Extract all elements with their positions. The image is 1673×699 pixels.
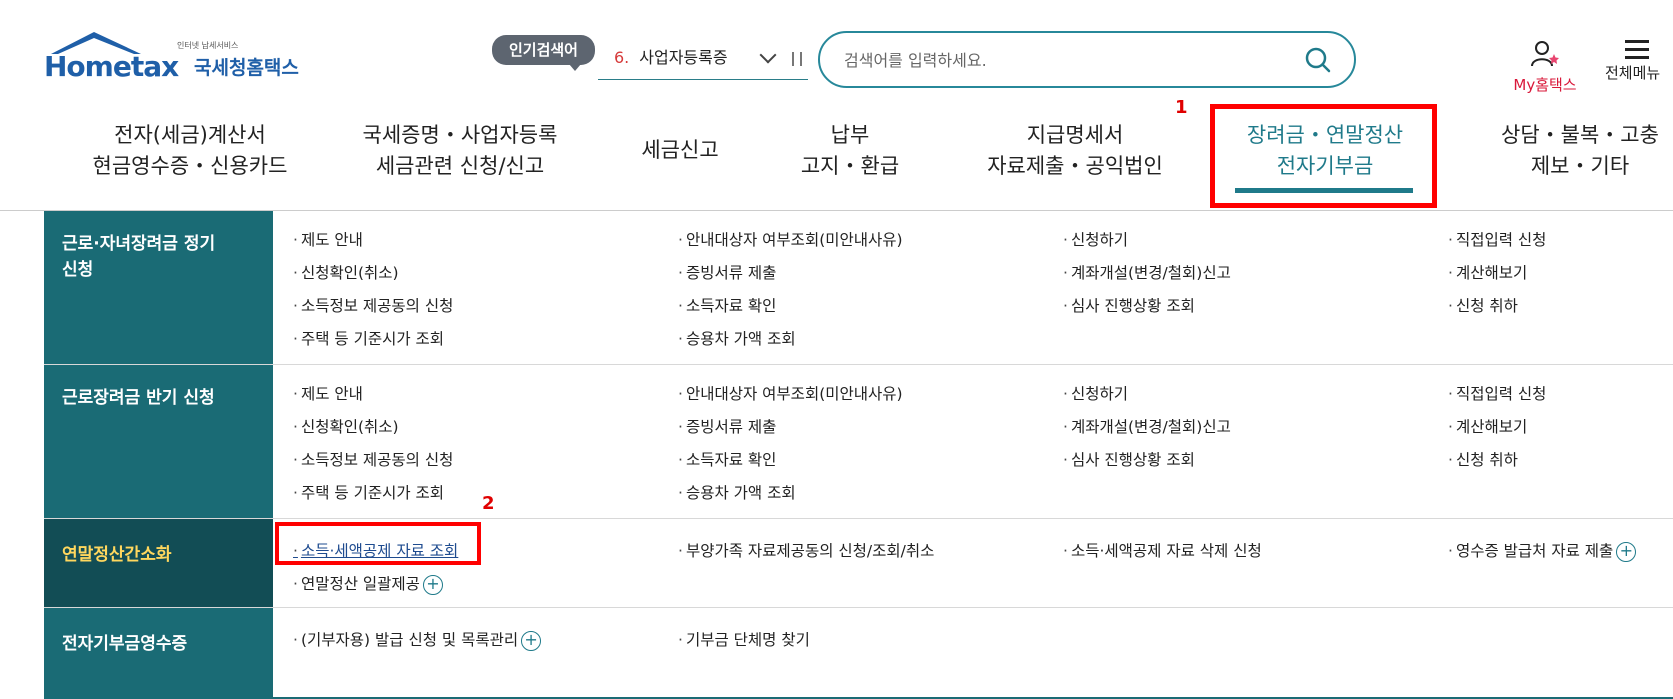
gnb-item-payment-statement[interactable]: 지급명세서 자료제출・공익법인 [975, 120, 1175, 182]
user-icon [1531, 41, 1559, 67]
submenu-link[interactable]: 소득자료 확인 [678, 448, 777, 470]
section-title[interactable]: 전자기부금영수증 [44, 608, 273, 699]
gnb-item-e-invoice[interactable]: 전자(세금)계산서 현금영수증・신용카드 [70, 120, 310, 182]
popular-search-badge: 인기검색어 [492, 35, 595, 71]
plus-circle-icon[interactable]: + [422, 574, 443, 595]
section-links: (기부자용) 발급 신청 및 목록관리+ 기부금 단체명 찾기 [273, 608, 1673, 699]
submenu-section-regular-incentive: 근로·자녀장려금 정기 신청 제도 안내 안내대상자 여부조회(미안내사유) 신… [44, 211, 1673, 365]
submenu-section-half-year-incentive: 근로장려금 반기 신청 제도 안내 안내대상자 여부조회(미안내사유) 신청하기… [44, 365, 1673, 519]
submenu-link[interactable]: 증빙서류 제출 [678, 261, 777, 283]
search-input[interactable] [844, 45, 1284, 75]
plus-circle-icon[interactable]: + [1616, 541, 1637, 562]
gnb-item-line1: 전자(세금)계산서 [114, 123, 266, 147]
submenu-link[interactable]: 기부금 단체명 찾기 [678, 628, 810, 650]
gnb-item-line2: 고지・환급 [800, 154, 900, 178]
gnb-item-certificate[interactable]: 국세증명・사업자등록 세금관련 신청/신고 [345, 120, 575, 182]
gnb-item-line1: 세금신고 [641, 138, 719, 162]
section-title-line2: 신청 [62, 260, 94, 280]
all-menu-label: 전체메뉴 [1605, 64, 1661, 82]
popular-search-ticker[interactable]: 6. 사업자등록증 [598, 40, 808, 80]
gnb-item-line2: 현금영수증・신용카드 [92, 154, 288, 178]
submenu-link[interactable]: 소득정보 제공동의 신청 [293, 294, 453, 316]
submenu-section-donation-receipt: 전자기부금영수증 (기부자용) 발급 신청 및 목록관리+ 기부금 단체명 찾기 [44, 608, 1673, 699]
annotation-highlight-box-2 [275, 522, 481, 565]
gnb-item-line1: 납부 [830, 123, 870, 147]
submenu-link[interactable]: 소득정보 제공동의 신청 [293, 448, 453, 470]
annotation-marker-1: 1 [1175, 97, 1188, 118]
submenu-link-yearend-bulk[interactable]: 연말정산 일괄제공+ [293, 572, 443, 595]
submenu-link-label: 연말정산 일괄제공 [300, 575, 420, 593]
submenu-link[interactable]: 증빙서류 제출 [678, 415, 777, 437]
gnb-item-line2: 세금관련 신청/신고 [375, 154, 545, 178]
submenu-link[interactable]: 신청 취하 [1448, 294, 1518, 316]
section-title[interactable]: 연말정산간소화 [44, 519, 273, 607]
submenu-link[interactable]: 계좌개설(변경/철회)신고 [1063, 261, 1231, 283]
logo-korean-name: 국세청홈택스 [194, 57, 299, 79]
submenu-link[interactable]: 승용차 가액 조회 [678, 327, 796, 349]
gnb-item-line1: 국세증명・사업자등록 [362, 123, 558, 147]
pause-icon[interactable] [792, 52, 802, 66]
submenu-link[interactable]: 주택 등 기준시가 조회 [293, 327, 444, 349]
section-title-line1: 근로장려금 반기 신청 [62, 388, 215, 408]
submenu-link[interactable]: 제도 안내 [293, 228, 363, 250]
submenu-link[interactable]: 승용차 가액 조회 [678, 481, 796, 503]
annotation-marker-2: 2 [482, 493, 495, 514]
search-box [818, 31, 1356, 88]
submenu-link[interactable]: 계좌개설(변경/철회)신고 [1063, 415, 1231, 437]
submenu-link[interactable]: 안내대상자 여부조회(미안내사유) [678, 382, 903, 404]
popular-search-term[interactable]: 사업자등록증 [639, 48, 727, 67]
submenu-link[interactable]: 신청하기 [1063, 382, 1128, 404]
gnb-item-line2: 제보・기타 [1530, 154, 1630, 178]
section-title-line1: 근로·자녀장려금 정기 [62, 234, 216, 254]
submenu-link[interactable]: 계산해보기 [1448, 415, 1527, 437]
submenu-link[interactable]: 신청확인(취소) [293, 415, 399, 437]
plus-circle-icon[interactable]: + [521, 630, 542, 651]
my-hometax-label: My홈택스 [1513, 76, 1577, 94]
logo-hometax-text: Hometax [44, 50, 179, 83]
popular-search-rank: 6. [614, 48, 630, 67]
my-hometax-button[interactable]: My홈택스 [1505, 40, 1585, 95]
submenu-panel: 근로·자녀장려금 정기 신청 제도 안내 안내대상자 여부조회(미안내사유) 신… [44, 211, 1673, 699]
submenu-link[interactable]: 직접입력 신청 [1448, 228, 1547, 250]
submenu-link[interactable]: 직접입력 신청 [1448, 382, 1547, 404]
site-header: 인터넷 납세서비스 Hometax 국세청홈택스 인기검색어 6. 사업자등록증 … [0, 0, 1673, 100]
submenu-link[interactable]: 부양가족 자료제공동의 신청/조회/취소 [678, 539, 934, 561]
logo-tagline: 인터넷 납세서비스 [177, 41, 239, 50]
submenu-link-label: (기부자용) 발급 신청 및 목록관리 [300, 631, 519, 649]
submenu-link[interactable]: 계산해보기 [1448, 261, 1527, 283]
submenu-link-receipt-issuer[interactable]: 영수증 발급처 자료 제출+ [1448, 539, 1637, 562]
gnb-item-payment[interactable]: 납부 고지・환급 [790, 120, 910, 182]
section-title-line1: 전자기부금영수증 [62, 634, 188, 654]
search-icon[interactable] [1304, 46, 1332, 74]
gnb-item-line1: 지급명세서 [1026, 123, 1124, 147]
section-title[interactable]: 근로장려금 반기 신청 [44, 365, 273, 518]
annotation-highlight-box-1 [1210, 104, 1437, 208]
submenu-link[interactable]: 신청하기 [1063, 228, 1128, 250]
submenu-link-label: 영수증 발급처 자료 제출 [1455, 542, 1614, 560]
submenu-link[interactable]: 소득·세액공제 자료 삭제 신청 [1063, 539, 1262, 561]
submenu-link[interactable]: 신청 취하 [1448, 448, 1518, 470]
submenu-link-donor-issue[interactable]: (기부자용) 발급 신청 및 목록관리+ [293, 628, 542, 651]
all-menu-button[interactable]: 전체메뉴 [1605, 40, 1673, 83]
section-links: 소득·세액공제 자료 조회 부양가족 자료제공동의 신청/조회/취소 소득·세액… [273, 519, 1673, 607]
submenu-link[interactable]: 주택 등 기준시가 조회 [293, 481, 444, 503]
global-navigation: 전자(세금)계산서 현금영수증・신용카드 국세증명・사업자등록 세금관련 신청/… [0, 100, 1673, 211]
submenu-link[interactable]: 제도 안내 [293, 382, 363, 404]
hamburger-icon [1625, 40, 1649, 60]
submenu-link[interactable]: 심사 진행상황 조회 [1063, 294, 1195, 316]
section-title[interactable]: 근로·자녀장려금 정기 신청 [44, 211, 273, 364]
gnb-item-tax-return[interactable]: 세금신고 [630, 135, 730, 166]
submenu-link[interactable]: 신청확인(취소) [293, 261, 399, 283]
submenu-link[interactable]: 안내대상자 여부조회(미안내사유) [678, 228, 903, 250]
submenu-link[interactable]: 소득자료 확인 [678, 294, 777, 316]
gnb-item-line1: 상담・불복・고충 [1501, 123, 1659, 147]
hometax-logo[interactable]: 인터넷 납세서비스 Hometax 국세청홈택스 [44, 28, 314, 88]
gnb-item-consulting[interactable]: 상담・불복・고충 제보・기타 [1475, 120, 1673, 182]
section-links: 제도 안내 안내대상자 여부조회(미안내사유) 신청하기 직접입력 신청 신청확… [273, 211, 1673, 364]
gnb-item-line2: 자료제출・공익법인 [987, 154, 1163, 178]
section-title-line1: 연말정산간소화 [62, 545, 172, 565]
submenu-link[interactable]: 심사 진행상황 조회 [1063, 448, 1195, 470]
